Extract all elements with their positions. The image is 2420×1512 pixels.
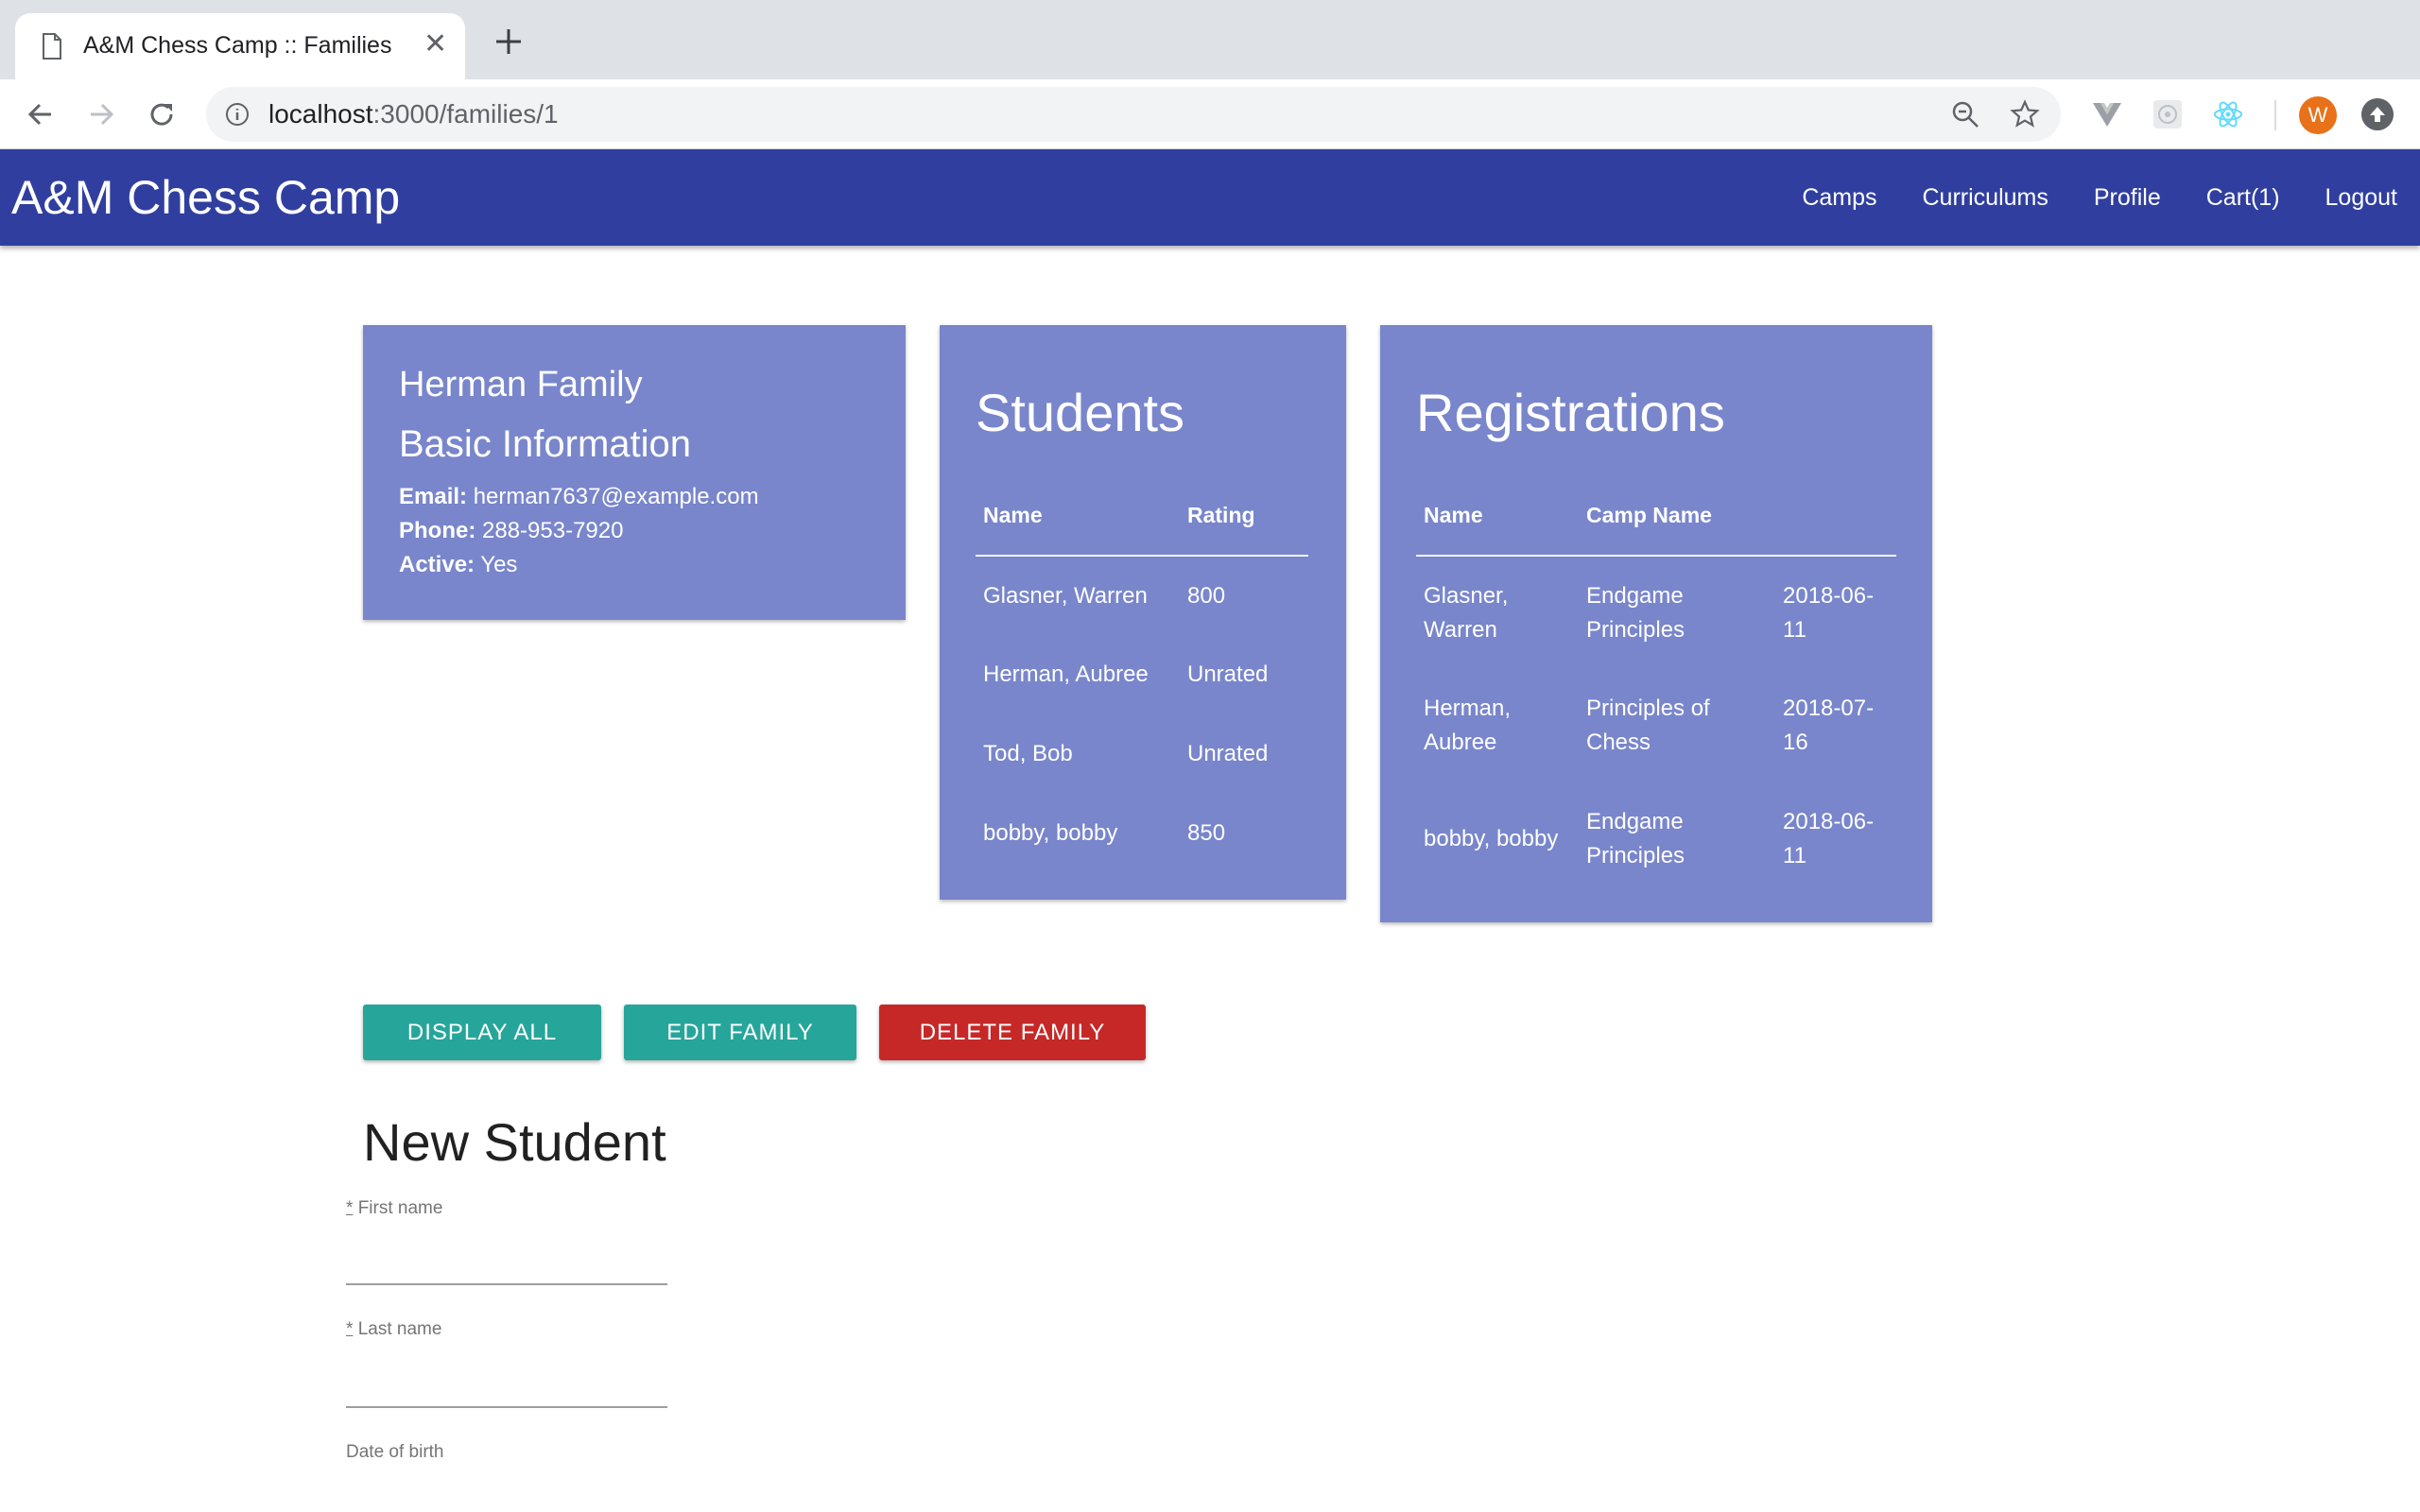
forward-arrow-icon[interactable]: [83, 96, 119, 132]
family-name: Herman Family: [399, 365, 643, 404]
url-text[interactable]: localhost:3000/families/1: [268, 99, 559, 129]
table-row: Tod, Bob Unrated: [976, 714, 1308, 794]
nav-camps[interactable]: Camps: [1802, 184, 1876, 212]
app-navbar: A&M Chess Camp Camps Curriculums Profile…: [0, 149, 2420, 246]
table-row: Herman, Aubree Unrated: [976, 635, 1308, 714]
nav-curriculums[interactable]: Curriculums: [1923, 184, 2048, 212]
column-header: Name: [1416, 476, 1579, 557]
first-name-label: * First name: [346, 1198, 443, 1218]
update-icon[interactable]: [2361, 98, 2394, 130]
students-table: Name Rating Glasner, Warren 800 Herman, …: [976, 476, 1308, 873]
info-icon[interactable]: [225, 102, 250, 127]
bookmark-star-icon[interactable]: [2010, 99, 2040, 129]
first-name-field[interactable]: [346, 1247, 667, 1285]
zoom-icon[interactable]: [1951, 100, 1979, 129]
browser-toolbar: localhost:3000/families/1 W: [0, 79, 2420, 149]
back-arrow-icon[interactable]: [23, 96, 59, 132]
student-rating: 850: [1187, 820, 1226, 846]
browser-tab[interactable]: A&M Chess Camp :: Families ✕: [15, 13, 465, 79]
column-header: Name: [976, 476, 1180, 557]
registration-student: bobby, bobby: [1424, 826, 1559, 851]
student-name: bobby, bobby: [983, 820, 1118, 846]
student-rating: Unrated: [1187, 741, 1269, 766]
student-name: Glasner, Warren: [983, 582, 1148, 609]
student-rating: 800: [1187, 582, 1226, 609]
last-name-field[interactable]: [346, 1370, 667, 1408]
registration-camp: Endgame Principles: [1586, 809, 1685, 868]
table-row: bobby, bobby 850: [976, 794, 1308, 873]
column-header: [1775, 476, 1896, 557]
family-active: Active: Yes: [399, 552, 518, 577]
redux-devtools-icon[interactable]: [2152, 98, 2184, 130]
new-student-heading: New Student: [363, 1112, 666, 1172]
address-bar[interactable]: localhost:3000/families/1: [206, 87, 2061, 142]
reload-icon[interactable]: [144, 96, 180, 132]
brand-logo[interactable]: A&M Chess Camp: [11, 170, 400, 225]
registration-camp: Endgame Principles: [1586, 582, 1685, 643]
nav-profile[interactable]: Profile: [2094, 184, 2161, 212]
registration-student: Herman, Aubree: [1424, 696, 1512, 755]
page-icon: [43, 33, 61, 60]
nav-logout[interactable]: Logout: [2325, 184, 2397, 212]
family-phone: Phone: 288-953-7920: [399, 518, 624, 543]
toolbar-divider: [2274, 100, 2276, 130]
registration-camp: Principles of Chess: [1586, 696, 1710, 755]
basic-info-heading: Basic Information: [399, 423, 692, 465]
display-all-button[interactable]: DISPLAY ALL: [363, 1005, 601, 1060]
column-header: Camp Name: [1579, 476, 1775, 557]
delete-family-button[interactable]: DELETE FAMILY: [879, 1005, 1146, 1060]
vue-devtools-icon[interactable]: [2091, 98, 2123, 130]
registration-date: 2018-06-11: [1783, 582, 1875, 643]
table-row: Herman, Aubree Principles of Chess 2018-…: [1416, 669, 1896, 782]
student-name: Tod, Bob: [983, 741, 1073, 766]
student-name: Herman, Aubree: [983, 662, 1149, 687]
registrations-card: Registrations Name Camp Name Glasner, Wa…: [1380, 325, 1932, 922]
nav-cart[interactable]: Cart(1): [2206, 184, 2280, 212]
date-of-birth-label: Date of birth: [346, 1442, 444, 1462]
browser-tabstrip: A&M Chess Camp :: Families ✕: [0, 0, 2420, 79]
tab-title: A&M Chess Camp :: Families: [83, 32, 392, 59]
column-header: Rating: [1180, 476, 1308, 557]
edit-family-button[interactable]: EDIT FAMILY: [624, 1005, 856, 1060]
profile-avatar[interactable]: W: [2299, 96, 2337, 134]
table-row: Glasner, Warren Endgame Principles 2018-…: [1416, 556, 1896, 669]
family-email: Email: herman7637@example.com: [399, 484, 759, 509]
last-name-label: * Last name: [346, 1319, 442, 1339]
registration-student: Glasner, Warren: [1424, 582, 1509, 643]
student-rating: Unrated: [1187, 662, 1269, 687]
react-devtools-icon[interactable]: [2212, 98, 2244, 130]
table-row: bobby, bobby Endgame Principles 2018-06-…: [1416, 782, 1896, 896]
registrations-title: Registrations: [1416, 383, 1725, 442]
table-row: Glasner, Warren 800: [976, 556, 1308, 635]
registration-date: 2018-06-11: [1783, 809, 1875, 868]
students-card: Students Name Rating Glasner, Warren 800…: [940, 325, 1346, 900]
registration-date: 2018-07-16: [1783, 696, 1875, 755]
close-tab-icon[interactable]: ✕: [424, 30, 447, 59]
new-tab-icon[interactable]: [492, 25, 526, 59]
nav-menu: Camps Curriculums Profile Cart(1) Logout: [1756, 149, 2397, 246]
registrations-table: Name Camp Name Glasner, Warren Endgame P…: [1416, 476, 1896, 896]
students-title: Students: [976, 383, 1185, 442]
family-info-card: Herman Family Basic Information Email: h…: [363, 325, 906, 620]
